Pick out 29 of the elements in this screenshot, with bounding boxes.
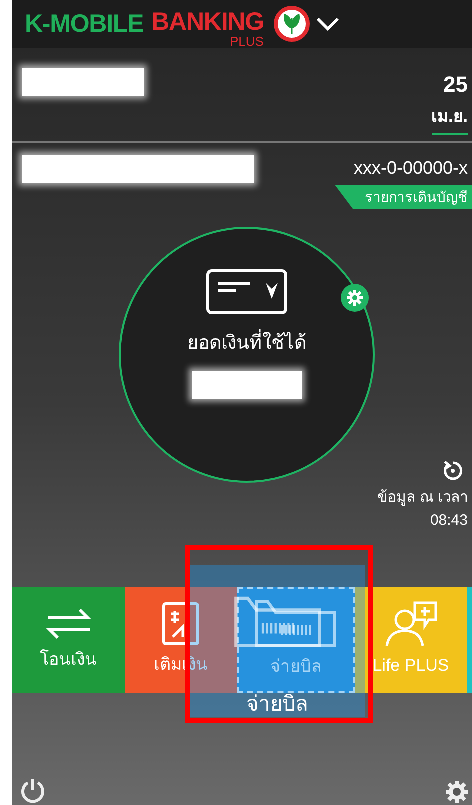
tile-label: จ่ายบิล bbox=[246, 692, 310, 717]
phone-topup-icon bbox=[161, 601, 201, 648]
bill-card-icon bbox=[254, 599, 338, 650]
account-number: xxx-0-00000-x bbox=[354, 159, 469, 177]
menu-tile[interactable]: โอนเงิน bbox=[12, 587, 125, 693]
date-month[interactable]: เม.ย. bbox=[432, 108, 468, 135]
tile-label: โอนเงิน bbox=[40, 648, 97, 672]
menu-tile[interactable]: เติมเงิน bbox=[125, 587, 237, 693]
update-label: ข้อมูล ณ เวลา bbox=[378, 490, 468, 505]
balance-label: ยอดเงินที่ใช้ได้ bbox=[188, 329, 306, 360]
power-icon[interactable] bbox=[20, 777, 46, 803]
date-day: 25 bbox=[444, 74, 468, 96]
tile-label: จ่ายบิล bbox=[270, 656, 322, 678]
people-chat-icon bbox=[383, 600, 439, 648]
bank-logo-icon bbox=[274, 6, 310, 42]
tile-label: Life PLUS bbox=[372, 655, 450, 678]
bill-card-icon bbox=[232, 595, 322, 649]
menu-tile[interactable] bbox=[467, 587, 472, 693]
statement-tag[interactable]: รายการเดินบัญชี bbox=[335, 185, 472, 209]
update-time: 08:43 bbox=[430, 513, 468, 528]
settings-icon[interactable] bbox=[341, 284, 369, 312]
brand-title: BANKING bbox=[152, 10, 264, 35]
account-card-icon bbox=[206, 269, 288, 315]
menu-tile[interactable]: จ่ายบิล bbox=[237, 587, 355, 693]
brand-subtitle: PLUS bbox=[230, 35, 264, 48]
refresh-icon[interactable] bbox=[442, 460, 464, 482]
settings-icon[interactable] bbox=[444, 779, 470, 805]
brand-title: K-MOBILE bbox=[25, 12, 144, 36]
chevron-down-icon[interactable] bbox=[316, 16, 340, 32]
